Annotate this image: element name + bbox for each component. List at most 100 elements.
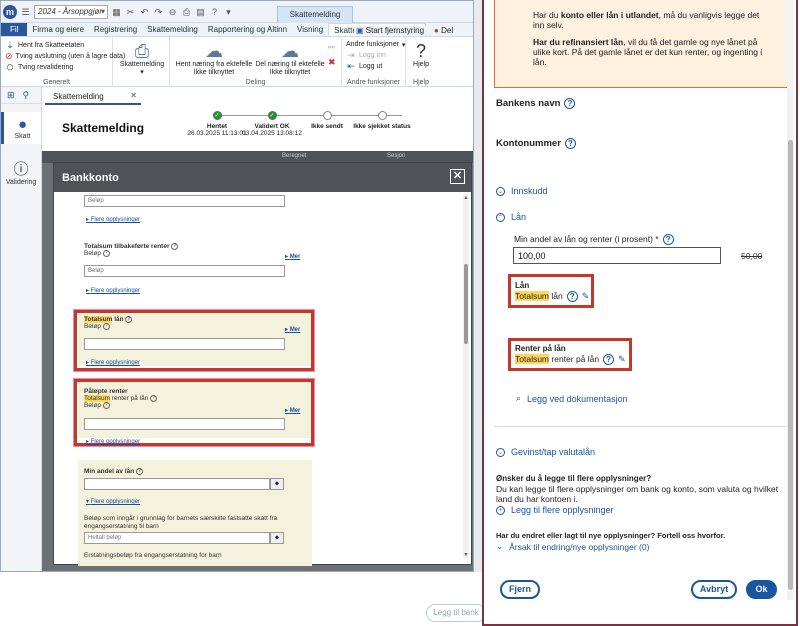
panel-scrollbar[interactable] <box>787 0 794 600</box>
flere-opplysninger-link[interactable]: ▾ Flere opplysninger <box>86 498 140 505</box>
tool-icon[interactable]: ✂ <box>125 7 136 18</box>
accounting-window: m ☰ 2024 - Årsoppgjør ▦ ✂ ↶ ↷ ⊖ ⎙ ▤ ? ▾ … <box>0 0 474 572</box>
help-icon[interactable]: ? <box>564 98 576 109</box>
help-icon[interactable]: ? <box>150 395 158 402</box>
doc-icon[interactable]: ▤ <box>195 7 206 18</box>
document-tab[interactable]: Skattemelding ✕ <box>45 89 141 105</box>
scroll-up-icon[interactable]: ▴ <box>463 194 469 201</box>
scroll-thumb[interactable] <box>788 140 793 590</box>
mer-link[interactable]: ▸ Mer <box>285 253 300 260</box>
help-icon[interactable]: ? <box>171 243 179 250</box>
tab-registrering[interactable]: Registrering <box>89 23 142 36</box>
tab-fil[interactable]: Fil <box>1 23 28 36</box>
redo-icon[interactable]: ↷ <box>153 7 164 18</box>
expander-label: Gevinst/tap valutalån <box>511 447 596 457</box>
min-andel-input[interactable]: 100,00 <box>513 247 721 264</box>
skattemelding-button[interactable]: ⎙ Skattemelding ▾ <box>117 41 167 77</box>
tab-skattemelding[interactable]: Skattemelding <box>142 23 203 36</box>
fjern-button[interactable]: Fjern <box>500 580 540 599</box>
title-bar: m ☰ 2024 - Årsoppgjør ▦ ✂ ↶ ↷ ⊖ ⎙ ▤ ? ▾ … <box>1 1 473 23</box>
innskudd-expander[interactable]: ⌄ Innskudd <box>496 186 548 196</box>
tving-revalidering-button[interactable]: ⛭ Tving revalidering <box>1 62 112 73</box>
andre-funksjoner-dropdown[interactable]: Andre funksjoner ▾ <box>342 39 405 50</box>
link-label: Legg ved dokumentasjon <box>527 393 628 404</box>
flere-opplysninger-link[interactable]: ▸ Flere opplysninger <box>86 359 140 366</box>
help-icon[interactable]: ? <box>566 291 578 303</box>
hent-naering-button[interactable]: ☁ Hent næring fra ektefelle Ikke tilknyt… <box>174 41 254 77</box>
palopte-renter-input[interactable] <box>84 418 285 430</box>
note-paragraph-2: Har du refinansiert lån, vil du få det g… <box>533 37 771 67</box>
legg-til-bank-button[interactable]: Legg til bank <box>426 604 486 622</box>
logg-inn-button[interactable]: ⇥ Logg inn <box>342 50 405 61</box>
cloud-download-icon: ☁ <box>205 41 223 61</box>
edit-icon[interactable]: ✎ <box>618 354 626 364</box>
tab-rapportering[interactable]: Rapportering og Altinn <box>203 23 292 36</box>
min-andel-input[interactable] <box>84 478 270 490</box>
hjelp-label: Hjelp <box>413 61 429 68</box>
group-deling: ☁ Hent næring fra ektefelle Ikke tilknyt… <box>170 37 342 87</box>
scroll-down-icon[interactable]: ▾ <box>463 551 469 558</box>
del-naering-label: Del næring til ektefelle <box>255 61 325 68</box>
help-icon[interactable]: ? <box>102 323 110 331</box>
unlink-icon[interactable]: ✖ <box>328 57 336 68</box>
legg-ved-dokumentasjon-link[interactable]: ⌕ Legg ved dokumentasjon <box>516 393 628 404</box>
help-icon[interactable]: ? <box>209 7 220 18</box>
grid-icon[interactable]: ▦ <box>111 7 122 18</box>
dropdown-icon[interactable]: ▾ <box>223 7 234 18</box>
link-icon[interactable]: ⚯ <box>328 43 335 52</box>
tree-icon[interactable]: ⊞ <box>7 90 15 100</box>
legg-til-flere-link[interactable]: + Legg til flere opplysninger <box>496 505 614 515</box>
year-combo[interactable]: 2024 - Årsoppgjør <box>34 5 108 19</box>
ok-button[interactable]: Ok <box>746 580 777 599</box>
nav-item-skatt[interactable]: ● Skatt <box>1 112 41 144</box>
arsak-expander[interactable]: ⌄ Årsak til endring/nye opplysninger (0) <box>496 541 649 552</box>
scroll-thumb[interactable] <box>464 264 468 344</box>
hjelp-button[interactable]: ? Hjelp <box>409 41 433 69</box>
hent-fra-skatteetaten-button[interactable]: ⇣ Hent fra Skatteetaten <box>1 40 112 51</box>
del-naering-button[interactable]: ☁ Del næring til ektefelle Ikke tilknytt… <box>254 41 326 77</box>
menu-icon[interactable]: ☰ <box>20 7 31 18</box>
share-button[interactable]: ● Del <box>432 26 456 35</box>
mer-link[interactable]: ▸ Mer <box>285 407 300 414</box>
flere-opplysninger-link[interactable]: ▸ Flere opplysninger <box>86 438 140 445</box>
close-icon[interactable]: ✕ <box>450 169 465 184</box>
help-icon[interactable]: ? <box>102 250 110 258</box>
search-icon[interactable]: ⚲ <box>23 90 30 100</box>
print-icon[interactable]: ⎙ <box>181 7 192 18</box>
tag-icon[interactable]: ⬥ <box>270 478 284 490</box>
tving-avslutning-button[interactable]: ⊘ Tving avslutning (uten å lagre data) <box>1 51 125 62</box>
app-logo-icon[interactable]: m <box>3 5 17 19</box>
gevinst-expander[interactable]: ⌄ Gevinst/tap valutalån <box>496 447 595 457</box>
totalsum-lan-input[interactable] <box>84 338 285 350</box>
tving-avslutning-label: Tving avslutning (uten å lagre data) <box>15 53 126 60</box>
lan-expander[interactable]: ⌃ Lån <box>496 212 526 222</box>
help-icon[interactable]: ? <box>603 354 615 366</box>
help-icon[interactable]: ? <box>564 138 576 149</box>
mer-link[interactable]: ▸ Mer <box>285 326 300 333</box>
onsker-text: Du kan legge til flere opplysninger om b… <box>496 484 779 504</box>
close-icon[interactable]: ✕ <box>130 91 137 100</box>
flere-opplysninger-link[interactable]: ▸ Flere opplysninger <box>86 287 140 294</box>
group-hjelp: ? Hjelp Hjelp <box>406 37 436 87</box>
tag-icon[interactable]: ⬥ <box>270 532 284 544</box>
tab-visning[interactable]: Visning <box>292 23 328 36</box>
flere-opplysninger-link[interactable]: ▸ Flere opplysninger <box>86 216 140 223</box>
help-icon[interactable]: ? <box>136 468 144 475</box>
logg-ut-button[interactable]: ⇤ Logg ut <box>342 61 405 72</box>
avbryt-button[interactable]: Avbryt <box>691 580 737 599</box>
page-title: Skattemelding <box>62 121 145 135</box>
undo-icon[interactable]: ↶ <box>139 7 150 18</box>
help-icon[interactable]: ? <box>102 402 110 410</box>
modal-scrollbar[interactable]: ▴ ▾ <box>463 194 469 558</box>
min-andel-field: Min andel av lån ? <box>84 468 144 475</box>
edit-icon[interactable]: ✎ <box>582 291 590 301</box>
remote-start-button[interactable]: ▣ Start fjernstyring <box>354 26 427 35</box>
heltall-input[interactable]: Heltall beløp <box>84 532 270 544</box>
tab-firma[interactable]: Firma og eiere <box>27 23 89 36</box>
help-icon[interactable]: ? <box>662 234 674 246</box>
belop-input[interactable]: Beløp <box>84 265 285 277</box>
stop-icon[interactable]: ⊖ <box>167 7 178 18</box>
help-icon[interactable]: ? <box>125 316 133 323</box>
nav-item-validering[interactable]: ⓘ Validering <box>1 158 41 186</box>
belop-input[interactable]: Beløp <box>84 195 285 207</box>
